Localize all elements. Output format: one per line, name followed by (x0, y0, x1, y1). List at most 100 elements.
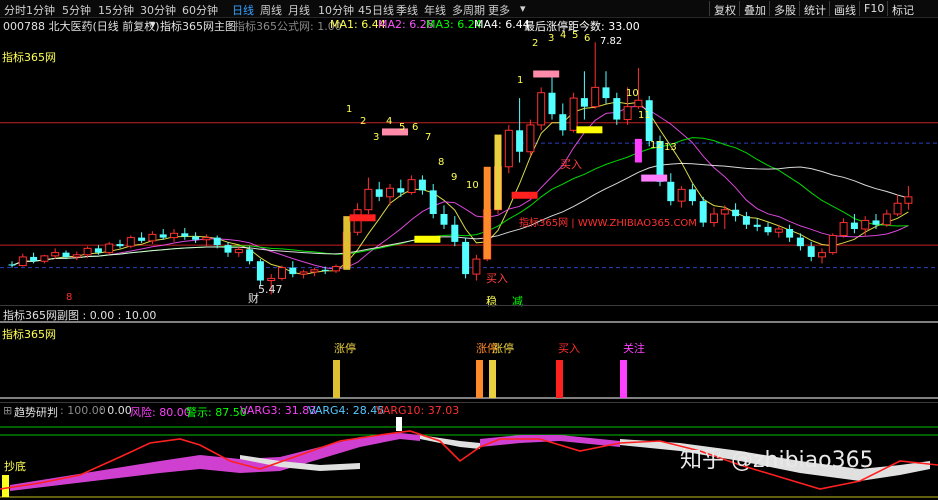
candle (148, 231, 157, 245)
period-tab-13[interactable]: 多周期 (452, 2, 485, 18)
candle (332, 264, 340, 274)
candle (407, 175, 416, 195)
toolbar-button-3[interactable]: 统计 (804, 2, 826, 18)
candle (138, 232, 146, 243)
period-tab-5[interactable]: 60分钟 (182, 2, 218, 18)
ma2-line (11, 104, 909, 270)
wave-number-13: 4 (560, 30, 567, 41)
sub1-panel-title: 指标365网 (2, 328, 56, 341)
last-limit-up-count: 最后涨停距今数: 33.00 (524, 20, 640, 33)
candle (386, 183, 394, 206)
candle (8, 261, 16, 268)
toolbar-separator (739, 1, 740, 16)
indicator-name[interactable]: 指标365网主图 (160, 18, 236, 34)
low-price-label: 5.47 (258, 283, 283, 296)
candle (105, 241, 114, 255)
wave-number-6: 7 (425, 132, 432, 143)
period-tab-11[interactable]: 季线 (396, 2, 418, 18)
ma1-line (11, 101, 909, 276)
toolbar-button-6[interactable]: 标记 (892, 2, 914, 18)
wave-number-10: 1 (517, 75, 524, 86)
candle (278, 265, 286, 281)
bottom-fishing-label: 抄底 (4, 460, 26, 473)
wave-number-7: 8 (438, 157, 445, 168)
wave-number-0: 1 (346, 104, 353, 115)
candle (246, 246, 254, 265)
candle (645, 95, 653, 147)
period-tab-3[interactable]: 15分钟 (98, 2, 134, 18)
candle (299, 269, 308, 279)
candle (451, 216, 459, 247)
trend-ribbon-magenta-2 (480, 435, 620, 447)
toolbar-button-4[interactable]: 画线 (834, 2, 856, 18)
period-tab-6[interactable]: 日线 (232, 2, 254, 18)
watermark-main: 指标365网 | WWW.ZHIBIAO365.COM (519, 218, 697, 229)
limit-up-bar-3 (494, 134, 502, 210)
period-tab-10[interactable]: 45日线 (358, 2, 394, 18)
candle (516, 98, 524, 163)
chevron-down-icon[interactable]: ▾ (150, 18, 156, 31)
toolbar-separator (859, 1, 860, 16)
candle (440, 205, 448, 230)
wave-number-14: 5 (572, 30, 579, 41)
limit-up-signal-2 (476, 360, 483, 398)
bottom-signal-bar (2, 475, 9, 497)
watch-signal-label: 关注 (623, 342, 645, 355)
candle (504, 124, 513, 174)
stock-title: 000788 北大医药(日线 前复权) (3, 20, 160, 33)
varg3-value: VARG3: 31.83 (240, 404, 317, 417)
buy-label-2: 买入 (560, 158, 582, 171)
wave-number-17: 10 (626, 88, 639, 99)
wave-number-3: 4 (386, 116, 393, 127)
toolbar-separator (769, 1, 770, 16)
candle (116, 239, 124, 249)
toolbar-button-0[interactable]: 复权 (714, 2, 736, 18)
candle (537, 87, 546, 131)
wave-number-18: 11 (638, 110, 651, 121)
candle (591, 42, 600, 109)
candle (839, 218, 848, 238)
period-tab-7[interactable]: 周线 (260, 2, 282, 18)
candle (126, 235, 135, 249)
buy-signal-bar (556, 360, 563, 398)
period-tab-9[interactable]: 10分钟 (318, 2, 354, 18)
limit-up-signal-3 (489, 360, 496, 398)
period-tab-4[interactable]: 30分钟 (140, 2, 176, 18)
more-periods-chevron-icon[interactable]: ▾ (520, 2, 526, 15)
period-tab-0[interactable]: 分时 (4, 2, 26, 18)
main-panel-title: 指标365网 (2, 51, 56, 64)
candle (375, 181, 383, 202)
wave-number-19: 12 (650, 140, 663, 151)
candle (602, 71, 610, 104)
wave-number-16: 7.82 (600, 36, 623, 47)
period-tab-14[interactable]: 更多 (488, 2, 510, 18)
candle (30, 252, 38, 264)
candle (18, 253, 27, 267)
period-tab-8[interactable]: 月线 (288, 2, 310, 18)
wave-number-2: 3 (373, 132, 380, 143)
candle (472, 254, 481, 281)
period-tab-2[interactable]: 5分钟 (62, 2, 91, 18)
candle (904, 186, 913, 210)
candle (72, 251, 81, 261)
sub1-chart[interactable] (0, 320, 938, 402)
period-tab-1[interactable]: 1分钟 (26, 2, 55, 18)
wave-number-1: 2 (360, 116, 367, 127)
candle (202, 234, 211, 247)
toolbar-button-2[interactable]: 多股 (774, 2, 796, 18)
main-chart[interactable] (0, 34, 938, 304)
trend-expand-icon[interactable]: ⊞ (3, 404, 12, 417)
sub2-header: ⊞ 趋势研判 : 100.00 : 0.00 风险: 80.00 警示: 87.… (0, 402, 938, 419)
toolbar-separator (887, 1, 888, 16)
period-tab-12[interactable]: 年线 (424, 2, 446, 18)
candle (861, 216, 870, 236)
toolbar-button-5[interactable]: F10 (864, 2, 884, 15)
candle (732, 203, 740, 222)
candle (786, 224, 794, 242)
candle (882, 209, 891, 227)
candle (192, 232, 200, 243)
toolbar-button-1[interactable]: 叠加 (744, 2, 766, 18)
wave-number-20: 13 (664, 142, 677, 153)
wave-number-15: 6 (584, 33, 591, 44)
watch-signal-bar (620, 360, 627, 398)
